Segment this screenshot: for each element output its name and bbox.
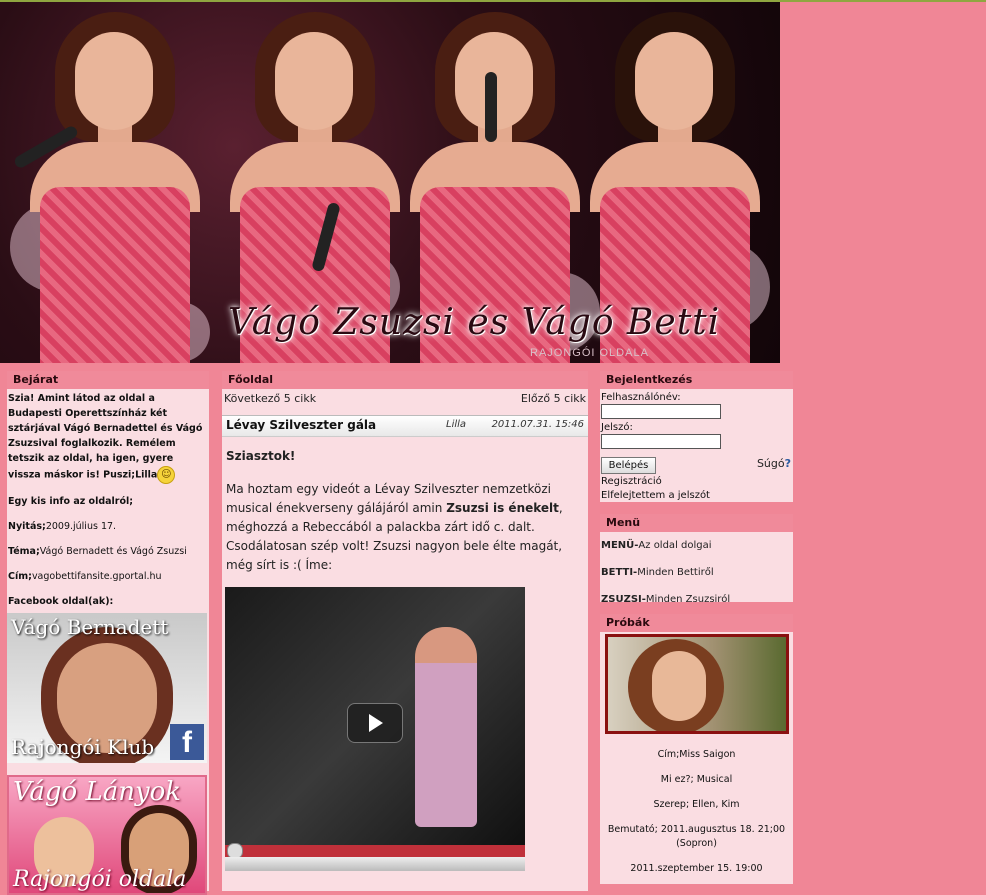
next-articles-link[interactable]: Következő 5 cikk: [224, 389, 316, 409]
video-controls[interactable]: [225, 857, 525, 871]
facebook-banner-vago-sisters[interactable]: Vágó Lányok Rajongói oldala: [7, 775, 207, 895]
facebook-label: Facebook oldal(ak):: [8, 596, 114, 607]
entrance-content: Szia! Amint látod az oldal a Budapesti O…: [7, 389, 209, 611]
main-heading: Főoldal: [222, 371, 588, 389]
entrance-heading: Bejárat: [7, 371, 209, 389]
post-title[interactable]: Lévay Szilveszter gála: [226, 418, 376, 432]
previous-articles-link[interactable]: Előző 5 cikk: [521, 389, 586, 409]
video-singer: [415, 627, 477, 827]
main-content: Főoldal Következő 5 cikk Előző 5 cikk Lé…: [222, 371, 588, 891]
banner-title: Vágó Zsuzsi és Vágó Betti: [228, 302, 721, 343]
banner-subtitle: RAJONGÓI OLDALA: [530, 347, 649, 359]
forgot-password-link[interactable]: Elfelejtettem a jelszót: [600, 489, 793, 503]
post-greeting: Sziasztok!: [226, 449, 296, 463]
register-link[interactable]: Regisztráció: [600, 475, 793, 489]
site-address: Cím;vagobettifansite.gportal.hu: [8, 571, 162, 582]
password-input[interactable]: [601, 434, 721, 449]
rehearsal-premiere: Bemutató; 2011.augusztus 18. 21;00 (Sopr…: [607, 824, 786, 849]
help-icon: ?: [784, 457, 791, 470]
menu-item-betti[interactable]: BETTI-Minden Bettiről: [600, 567, 793, 578]
info-title: Egy kis info az oldalról;: [8, 496, 134, 507]
site-theme: Téma;Vágó Bernadett és Vágó Zsuzsi: [8, 546, 187, 557]
login-button[interactable]: Belépés: [601, 457, 656, 474]
header-banner: Vágó Zsuzsi és Vágó Betti RAJONGÓI OLDAL…: [0, 2, 780, 363]
fb1-title: Vágó Bernadett: [11, 615, 169, 639]
facebook-banner-bernadett[interactable]: Vágó Bernadett Rajongói Klub f: [7, 613, 207, 763]
rehearsal-title: Cím;Miss Saigon: [657, 749, 736, 760]
facebook-icon: f: [170, 724, 204, 760]
post-text: Ma hoztam egy videót a Lévay Szilveszter…: [226, 482, 563, 572]
help-link[interactable]: Súgó?: [757, 457, 791, 470]
rehearsal-date-2: 2011.szeptember 15. 19:00: [630, 863, 763, 874]
menu-box: Menü MENÜ-Az oldal dolgai BETTI-Minden B…: [600, 514, 793, 605]
pagination: Következő 5 cikk Előző 5 cikk: [222, 389, 588, 409]
play-icon[interactable]: [347, 703, 403, 743]
left-sidebar: Bejárat Szia! Amint látod az oldal a Bud…: [7, 371, 209, 895]
username-label: Felhasználónév:: [601, 392, 681, 403]
username-input[interactable]: [601, 404, 721, 419]
video-progress-bar[interactable]: [225, 845, 525, 857]
fb2-subtitle: Rajongói oldala: [13, 867, 187, 892]
fb2-title: Vágó Lányok: [13, 777, 182, 807]
post-body: Sziasztok! Ma hoztam egy videót a Lévay …: [222, 437, 588, 575]
login-box: Bejelentkezés Felhasználónév: Jelszó: Be…: [600, 371, 793, 502]
rehearsals-box: Próbák Cím;Miss Saigon Mi ez?; Musical S…: [600, 614, 793, 884]
post-date: 2011.07.31. 15:46: [491, 419, 584, 430]
menu-heading: Menü: [600, 514, 793, 532]
right-sidebar: Bejelentkezés Felhasználónév: Jelszó: Be…: [600, 371, 793, 884]
rehearsal-type: Mi ez?; Musical: [660, 774, 733, 785]
rehearsals-heading: Próbák: [600, 614, 793, 632]
post-header: Lévay Szilveszter gála Lilla 2011.07.31.…: [222, 415, 588, 437]
intro-text: Szia! Amint látod az oldal a Budapesti O…: [8, 391, 208, 484]
menu-item-site[interactable]: MENÜ-Az oldal dolgai: [600, 540, 793, 551]
password-label: Jelszó:: [601, 422, 633, 433]
menu-item-zsuzsi[interactable]: ZSUZSI-Minden Zsuzsiról: [600, 594, 793, 605]
rehearsal-photo: [604, 634, 789, 734]
video-player[interactable]: [225, 587, 525, 871]
post-author[interactable]: Lilla: [446, 419, 466, 430]
opening-date: Nyitás;2009.július 17.: [8, 521, 117, 532]
banner-photo-singer-1: [0, 2, 230, 363]
smiley-icon: ☺: [157, 466, 176, 484]
login-heading: Bejelentkezés: [600, 371, 793, 389]
rehearsal-role: Szerep; Ellen, Kim: [653, 799, 740, 810]
fb1-subtitle: Rajongói Klub: [11, 735, 155, 759]
